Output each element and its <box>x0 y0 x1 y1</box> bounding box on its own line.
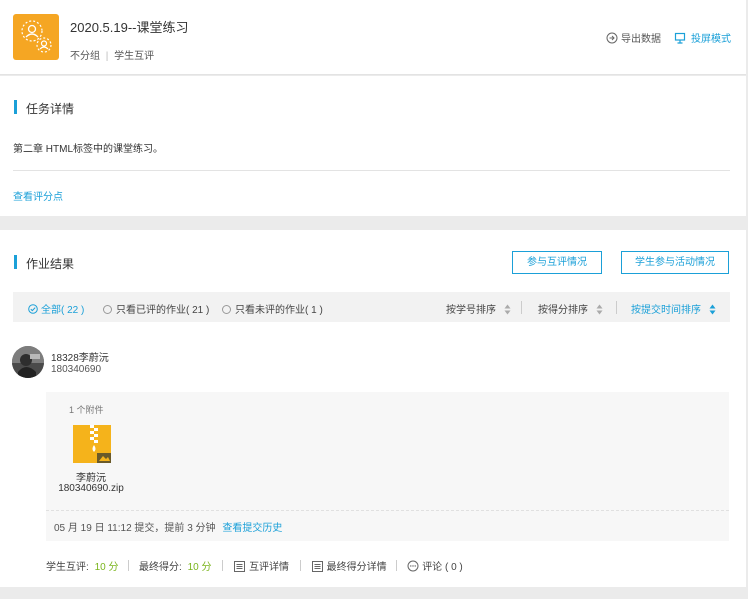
sort-by-student-id[interactable]: 按学号排序 <box>446 301 511 316</box>
list-icon <box>234 561 246 572</box>
view-scoring-link[interactable]: 查看评分点 <box>13 188 63 203</box>
score-divider <box>396 560 398 571</box>
comment-button[interactable]: 评论 ( 0 ) <box>407 560 463 573</box>
filter-unreviewed[interactable]: 只看未评的作业( 1 ) <box>222 301 323 316</box>
section-marker <box>14 100 17 114</box>
card-divider <box>46 510 729 511</box>
submission-history-link[interactable]: 查看提交历史 <box>222 523 282 534</box>
export-button[interactable]: 导出数据 <box>606 30 661 45</box>
radio-icon <box>222 305 231 314</box>
submission-card: 1 个附件 李蔚沅 180340690.zip 05 月 19 日 11:12 … <box>46 392 729 541</box>
list-icon <box>311 561 323 572</box>
filter-bar: 全部( 22 ) 只看已评的作业( 21 ) 只看未评的作业( 1 ) 按学号排… <box>13 292 730 322</box>
file-name-line2: 180340690.zip <box>58 483 124 494</box>
section-marker <box>14 255 17 269</box>
final-score-value: 10 分 <box>187 562 212 573</box>
radio-icon <box>103 305 112 314</box>
file-name-line1: 李蔚沅 <box>76 473 106 484</box>
final-detail-button[interactable]: 最终得分详情 <box>311 561 390 573</box>
comment-label: 评论 ( 0 ) <box>422 562 463 573</box>
filter-all-count: ( 22 ) <box>61 305 85 316</box>
projection-label: 投屏模式 <box>691 34 731 45</box>
filter-reviewed[interactable]: 只看已评的作业( 21 ) <box>103 301 209 316</box>
peer-review-icon <box>21 20 52 53</box>
score-divider <box>222 560 224 571</box>
results-panel: 作业结果 参与互评情况 学生参与活动情况 全部( 22 ) 只看已评的作业( 2… <box>0 230 746 587</box>
group-label: 不分组 <box>70 51 100 62</box>
sort-by-score[interactable]: 按得分排序 <box>538 301 603 316</box>
task-section-title: 任务详情 <box>26 102 75 116</box>
meta-divider: | <box>105 51 109 62</box>
final-detail-label: 最终得分详情 <box>326 562 387 573</box>
export-icon <box>606 32 618 44</box>
sort-arrows-icon <box>596 304 603 315</box>
student-id: 180340690 <box>51 364 102 375</box>
avatar[interactable] <box>12 346 44 378</box>
peer-score-value: 10 分 <box>94 562 119 573</box>
filter-all[interactable]: 全部( 22 ) <box>28 301 84 316</box>
zip-file[interactable]: 李蔚沅 180340690.zip <box>46 425 136 495</box>
header-meta: 不分组 | 学生互评 <box>70 47 154 62</box>
monitor-icon <box>674 32 686 44</box>
mode-label: 学生互评 <box>114 51 155 62</box>
sort-by-submit-time[interactable]: 按提交时间排序 <box>631 301 716 316</box>
peer-detail-button[interactable]: 互评详情 <box>234 561 292 573</box>
filter-all-label: 全部 <box>41 305 61 316</box>
final-score-label: 最终得分: <box>139 562 182 573</box>
header-panel: 2020.5.19--课堂练习 不分组 | 学生互评 导出数据 投屏模式 <box>0 0 746 75</box>
sort-arrows-icon <box>504 304 511 315</box>
filter-unreviewed-count: ( 1 ) <box>305 305 323 316</box>
comment-icon <box>407 560 419 572</box>
peer-detail-label: 互评详情 <box>249 562 290 573</box>
task-divider <box>13 170 730 171</box>
page-title: 2020.5.19--课堂练习 <box>70 20 189 35</box>
filter-reviewed-label: 只看已评的作业 <box>116 305 186 316</box>
submit-info: 05 月 19 日 11:12 提交，提前 3 分钟 查看提交历史 <box>54 519 282 534</box>
sort-by-student-id-label: 按学号排序 <box>446 305 496 316</box>
zip-file-icon <box>73 425 111 463</box>
activity-status-button[interactable]: 学生参与活动情况 <box>621 251 729 274</box>
sort-by-score-label: 按得分排序 <box>538 305 588 316</box>
attachments-count: 1 个附件 <box>69 405 104 415</box>
score-row: 学生互评: 10 分 最终得分: 10 分 互评详情 最终得分详情 评论 ( 0… <box>46 558 463 573</box>
sort-divider <box>616 301 617 314</box>
task-panel: 任务详情 第二章 HTML标签中的课堂练习。 查看评分点 <box>0 76 746 216</box>
check-circle-icon <box>28 304 38 314</box>
filter-reviewed-count: ( 21 ) <box>186 305 210 316</box>
task-description: 第二章 HTML标签中的课堂练习。 <box>13 144 163 155</box>
peer-score-label: 学生互评: <box>46 562 89 573</box>
sort-divider <box>521 301 522 314</box>
score-divider <box>128 560 130 571</box>
projection-button[interactable]: 投屏模式 <box>674 30 731 45</box>
export-label: 导出数据 <box>621 34 661 45</box>
results-section-title: 作业结果 <box>26 257 75 271</box>
filter-unreviewed-label: 只看未评的作业 <box>235 305 305 316</box>
peer-review-status-button[interactable]: 参与互评情况 <box>512 251 602 274</box>
sort-arrows-icon <box>709 304 716 315</box>
sort-by-submit-time-label: 按提交时间排序 <box>631 305 701 316</box>
student-name: 18328李蔚沅 <box>51 353 109 364</box>
submit-time: 05 月 19 日 11:12 提交，提前 3 分钟 <box>54 523 216 534</box>
score-divider <box>299 560 301 571</box>
avatar-photo <box>12 346 44 378</box>
activity-logo <box>13 14 59 60</box>
